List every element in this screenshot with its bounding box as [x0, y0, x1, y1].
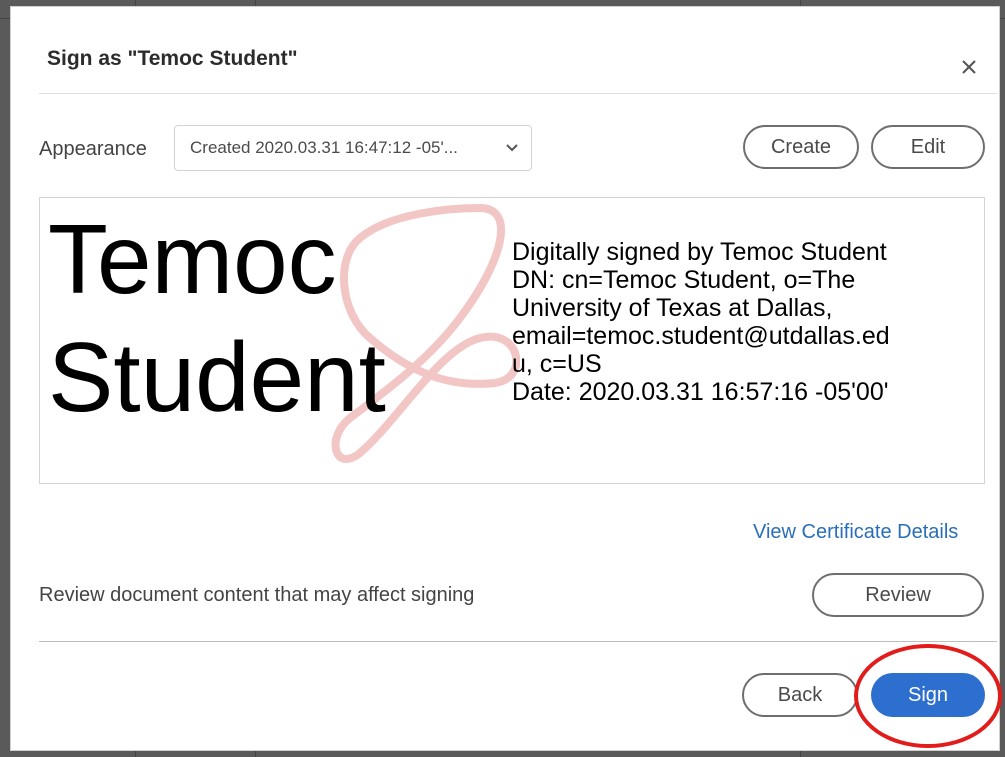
signature-name-line: Temoc [48, 204, 337, 314]
dialog-title: Sign as "Temoc Student" [47, 47, 298, 70]
appearance-label: Appearance [39, 138, 147, 160]
signature-details: Digitally signed by Temoc Student DN: cn… [512, 238, 982, 406]
back-button[interactable]: Back [742, 673, 858, 717]
sign-button[interactable]: Sign [871, 673, 985, 717]
signature-detail-line: Digitally signed by Temoc Student [512, 238, 887, 266]
appearance-dropdown[interactable]: Created 2020.03.31 16:47:12 -05'... [174, 125, 532, 171]
create-button[interactable]: Create [743, 125, 859, 169]
signature-detail-line: Date: 2020.03.31 16:57:16 -05'00' [512, 378, 889, 406]
chevron-down-icon [505, 141, 519, 155]
close-icon [962, 60, 976, 74]
signature-detail-line: DN: cn=Temoc Student, o=The [512, 266, 856, 294]
signature-detail-line: u, c=US [512, 350, 602, 378]
signature-preview: Temoc Student Digitally signed by Temoc … [39, 197, 985, 484]
close-button[interactable] [955, 53, 983, 81]
signature-detail-line: email=temoc.student@utdallas.ed [512, 322, 890, 350]
signature-detail-line: University of Texas at Dallas, [512, 294, 833, 322]
review-description: Review document content that may affect … [39, 584, 475, 606]
signature-name: Temoc Student [48, 200, 386, 436]
view-certificate-link[interactable]: View Certificate Details [753, 521, 958, 544]
footer-divider [39, 641, 997, 642]
edit-button[interactable]: Edit [871, 125, 985, 169]
appearance-selected-value: Created 2020.03.31 16:47:12 -05'... [190, 138, 458, 157]
title-divider [39, 93, 997, 94]
signature-name-line: Student [48, 322, 386, 432]
review-button[interactable]: Review [812, 573, 984, 617]
sign-dialog: Sign as "Temoc Student" Appearance Creat… [10, 6, 1002, 751]
